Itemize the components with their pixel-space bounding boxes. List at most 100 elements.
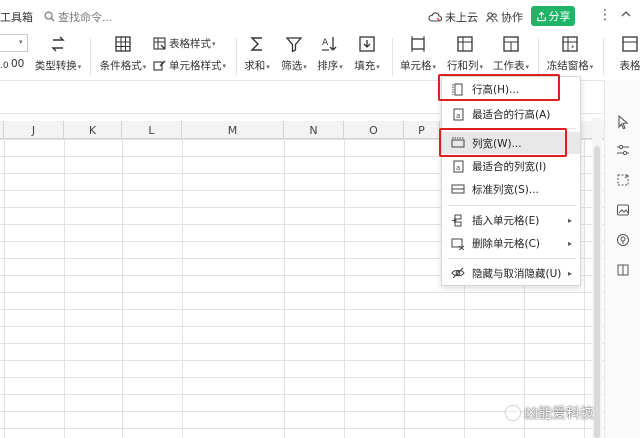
top-menu-bar: 工具箱 查找命令... 未上云 协作 分享 ⋮ [0, 0, 640, 32]
freeze-panes-icon: * [562, 36, 578, 52]
more-options-icon[interactable]: ⋮ [598, 8, 612, 22]
decimal-buttons[interactable]: .0 00 [0, 58, 24, 70]
decimal-icon: .0 [0, 61, 8, 70]
svg-text:*: * [571, 44, 575, 52]
worksheet-button[interactable]: 工作表▾ [490, 32, 532, 73]
conditional-format-icon [115, 36, 131, 52]
grid-line [284, 139, 285, 438]
type-convert-button[interactable]: 类型转换▾ [33, 32, 83, 73]
share-icon [536, 11, 546, 21]
grid-line [584, 139, 585, 438]
worksheet-label: 工作表 [492, 60, 525, 72]
freeze-panes-button[interactable]: * 冻结窗格▾ [545, 32, 595, 73]
best-fit-column-icon: a [448, 160, 468, 173]
menu-item-label: 最适合的列宽(I) [472, 160, 547, 173]
ribbon-divider [392, 38, 393, 76]
table-style-button[interactable]: 表格样式 ▾ [153, 36, 216, 51]
transform-icon[interactable] [615, 172, 631, 188]
ribbon-divider [538, 38, 539, 76]
fill-icon [359, 36, 375, 52]
grid-line [182, 139, 183, 438]
submenu-arrow-icon: ▸ [567, 238, 572, 248]
filter-button[interactable]: 筛选▾ [278, 32, 310, 73]
fill-button[interactable]: 填充▾ [350, 32, 384, 73]
insert-cell-icon [448, 214, 468, 227]
menu-item-insert-cell[interactable]: 插入单元格(E) ▸ [442, 209, 580, 231]
number-format-select[interactable] [0, 34, 28, 52]
row-col-label: 行和列 [446, 60, 479, 72]
menu-separator [448, 205, 576, 206]
watermark: 凶能爱科技 [506, 403, 594, 423]
svg-text:a: a [456, 164, 460, 172]
adjust-sliders-icon[interactable] [615, 142, 631, 158]
standard-width-icon [448, 183, 468, 195]
share-label: 分享 [548, 10, 571, 23]
column-header[interactable]: L [122, 121, 182, 139]
type-convert-icon [51, 36, 65, 52]
collapse-ribbon-icon[interactable] [620, 9, 632, 19]
column-header[interactable]: J [4, 121, 64, 139]
grid-line [404, 139, 405, 438]
cell-button[interactable]: 单元格▾ [398, 32, 438, 73]
watermark-text: 凶能爱科技 [524, 406, 594, 422]
command-search[interactable]: 查找命令... [44, 8, 113, 25]
vertical-scrollbar[interactable] [592, 118, 602, 438]
column-header[interactable]: N [284, 121, 344, 139]
scrollbar-thumb[interactable] [594, 146, 600, 438]
conditional-format-label: 条件格式 [99, 60, 142, 72]
cloud-status[interactable]: 未上云 [428, 9, 478, 25]
delete-cell-icon [448, 237, 468, 250]
svg-text:.0: .0 [0, 61, 8, 70]
collaborate-button[interactable]: 协作 [486, 9, 523, 25]
fill-label: 填充 [354, 60, 376, 72]
sum-button[interactable]: 求和▾ [242, 32, 272, 73]
cell-style-icon [153, 60, 166, 71]
menu-item-delete-cell[interactable]: 删除单元格(C) ▸ [442, 232, 580, 254]
highlight-box-column-width [439, 128, 567, 157]
menu-item-best-fit-column-width[interactable]: a 最适合的列宽(I) [442, 155, 580, 177]
table-tools-button[interactable]: 表格 [610, 32, 640, 73]
sum-label: 求和 [244, 60, 266, 72]
ribbon-toolbar: ▾ .0 00 类型转换▾ 条件格式▾ 表格样式 ▾ 单元格样式 ▾ 求和▾ 筛选▾… [0, 32, 640, 80]
menu-item-label: 标准列宽(S)... [472, 183, 539, 196]
menu-item-best-fit-row-height[interactable]: a 最适合的行高(A) [442, 103, 580, 125]
cloud-icon [428, 12, 442, 22]
grid-line [344, 139, 345, 438]
row-col-icon [457, 36, 473, 52]
svg-text:a: a [456, 112, 460, 120]
menu-item-hide-unhide[interactable]: 隐藏与取消隐藏(U) ▸ [442, 262, 580, 284]
type-convert-label: 类型转换 [34, 60, 77, 72]
menu-item-standard-width[interactable]: 标准列宽(S)... [442, 178, 580, 200]
cell-style-button[interactable]: 单元格样式 ▾ [153, 58, 226, 73]
share-button[interactable]: 分享 [531, 6, 575, 26]
collaborate-icon [486, 12, 498, 23]
menu-item-label: 插入单元格(E) [472, 214, 540, 227]
grid-line [122, 139, 123, 438]
cell-style-label: 单元格样式 [169, 60, 222, 72]
table-style-icon [153, 37, 166, 50]
tab-tools[interactable]: 工具箱 [0, 9, 33, 25]
search-placeholder: 查找命令... [58, 10, 113, 24]
table-tools-label: 表格 [619, 60, 640, 72]
select-pointer-icon[interactable] [615, 114, 631, 130]
row-col-button[interactable]: 行和列▾ [444, 32, 486, 73]
number-format-caret-icon: ▾ [19, 38, 23, 46]
column-header[interactable]: P [404, 121, 440, 139]
grid-line [4, 139, 5, 438]
sum-icon [250, 37, 262, 51]
submenu-arrow-icon: ▸ [567, 215, 572, 225]
row-col-dropdown-menu: 行高(H)... a 最适合的行高(A) 列宽(W)... a 最适合的列宽(I… [441, 76, 581, 286]
column-header[interactable]: M [182, 121, 284, 139]
column-header[interactable]: K [64, 121, 122, 139]
image-tool-icon[interactable] [615, 202, 631, 218]
conditional-format-button[interactable]: 条件格式▾ [98, 32, 148, 73]
cell-icon [411, 36, 425, 52]
grid-line [64, 139, 65, 438]
book-icon[interactable] [615, 262, 631, 278]
filter-icon [285, 37, 303, 53]
menu-separator [448, 258, 576, 259]
column-header[interactable]: O [344, 121, 404, 139]
worksheet-icon [503, 36, 519, 52]
sort-button[interactable]: A 排序▾ [314, 32, 346, 73]
location-icon[interactable] [615, 232, 631, 248]
